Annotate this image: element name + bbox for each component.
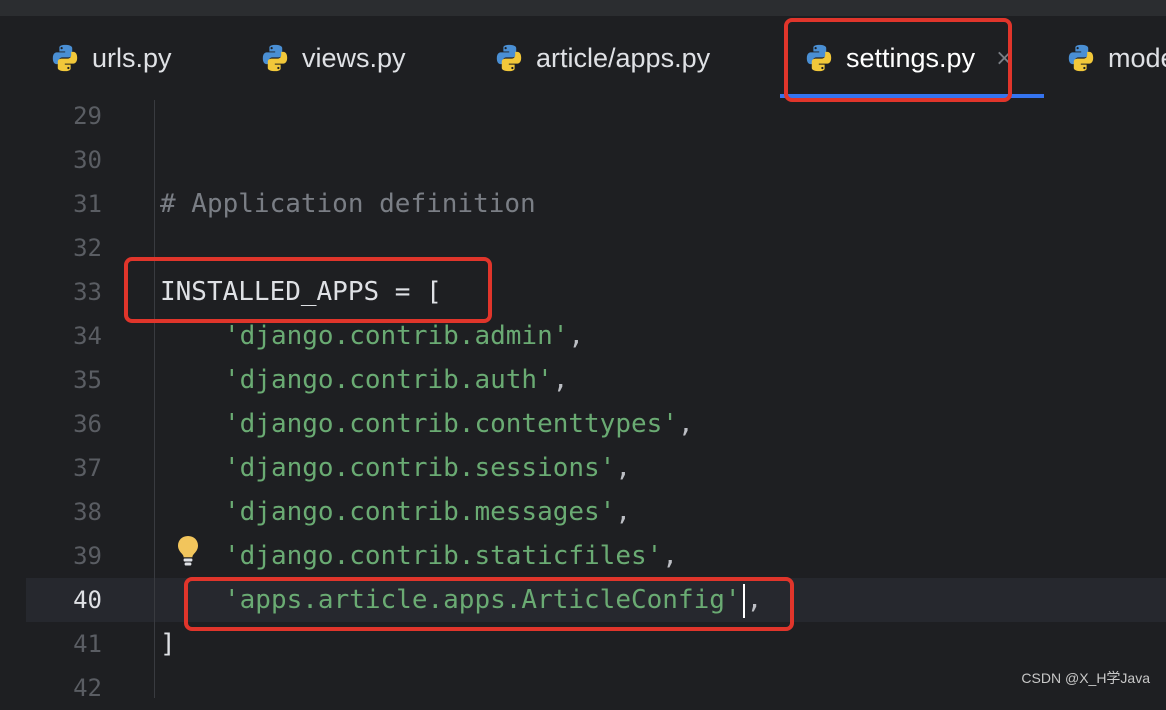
code-line-37: 'django.contrib.sessions', — [224, 446, 631, 490]
line-number: 42 — [73, 674, 102, 702]
tab-settings-py[interactable]: settings.py × — [804, 16, 1014, 100]
code-comment-line: # Application definition — [160, 189, 536, 219]
watermark: CSDN @X_H学Java — [1021, 670, 1150, 686]
left-tool-strip — [0, 16, 27, 698]
python-file-icon — [496, 44, 522, 72]
close-tab-icon[interactable]: × — [995, 46, 1013, 71]
string-literal: 'django.contrib.sessions' — [224, 453, 616, 483]
python-file-icon — [262, 44, 288, 72]
line-number: 34 — [73, 322, 102, 350]
python-file-icon — [1068, 44, 1094, 72]
line-number: 32 — [73, 234, 102, 262]
line-number: 39 — [73, 542, 102, 570]
tab-label: article/apps.py — [536, 42, 711, 73]
line-number: 37 — [73, 454, 102, 482]
active-tab-indicator — [780, 94, 1044, 98]
tab-views-py[interactable]: views.py — [260, 16, 406, 100]
string-literal: 'django.contrib.auth' — [224, 365, 553, 395]
current-line-number: 40 — [73, 586, 102, 614]
line-number: 30 — [73, 146, 102, 174]
line-number: 36 — [73, 410, 102, 438]
python-file-icon — [806, 44, 832, 72]
string-literal: 'django.contrib.messages' — [224, 497, 616, 527]
comma: , — [568, 321, 585, 351]
tab-urls-py[interactable]: urls.py — [50, 16, 172, 100]
string-literal: 'django.contrib.staticfiles' — [224, 541, 663, 571]
tab-label: urls.py — [92, 42, 172, 73]
lightbulb-icon[interactable] — [174, 534, 202, 568]
python-file-icon — [52, 44, 78, 72]
line-number: 41 — [73, 630, 102, 658]
tab-label: settings.py — [846, 42, 976, 73]
string-literal: 'django.contrib.contenttypes' — [224, 409, 678, 439]
code-installed-apps-line: INSTALLED_APPS = [ — [160, 277, 442, 307]
string-literal: 'django.contrib.admin' — [224, 321, 569, 351]
code-line-39: 'django.contrib.staticfiles', — [224, 534, 678, 578]
string-literal: 'apps.article.apps.ArticleConfig' — [224, 585, 741, 615]
code-editor[interactable]: 29 30 31 32 33 34 35 36 37 38 39 40 41 4… — [26, 100, 1166, 702]
tab-models-py[interactable]: mode — [1066, 16, 1166, 100]
code-line-34: 'django.contrib.admin', — [224, 314, 584, 358]
line-number: 31 — [73, 190, 102, 218]
line-number: 38 — [73, 498, 102, 526]
code-closing-bracket: ] — [160, 629, 176, 659]
window-top-strip — [0, 0, 1166, 16]
code-line-38: 'django.contrib.messages', — [224, 490, 631, 534]
comma: , — [615, 497, 631, 527]
code-line-36: 'django.contrib.contenttypes', — [224, 402, 694, 446]
editor-tabbar: urls.py views.py article/apps.py setting… — [26, 16, 1166, 101]
line-number: 33 — [73, 278, 102, 306]
comma: , — [615, 453, 631, 483]
comma: , — [552, 365, 569, 395]
code-line-35: 'django.contrib.auth', — [224, 358, 568, 402]
tab-label: mode — [1108, 42, 1166, 73]
comma: , — [662, 541, 678, 571]
tab-article-apps-py[interactable]: article/apps.py — [494, 16, 710, 100]
code-line-40: 'apps.article.apps.ArticleConfig', — [224, 578, 762, 622]
line-number: 29 — [73, 102, 102, 130]
comma: , — [677, 409, 694, 439]
line-number: 35 — [73, 366, 102, 394]
comma: , — [746, 585, 763, 615]
text-caret — [742, 583, 745, 618]
line-number-gutter: 29 30 31 32 33 34 35 36 37 38 39 40 41 4… — [26, 100, 155, 702]
tab-label: views.py — [302, 42, 406, 73]
